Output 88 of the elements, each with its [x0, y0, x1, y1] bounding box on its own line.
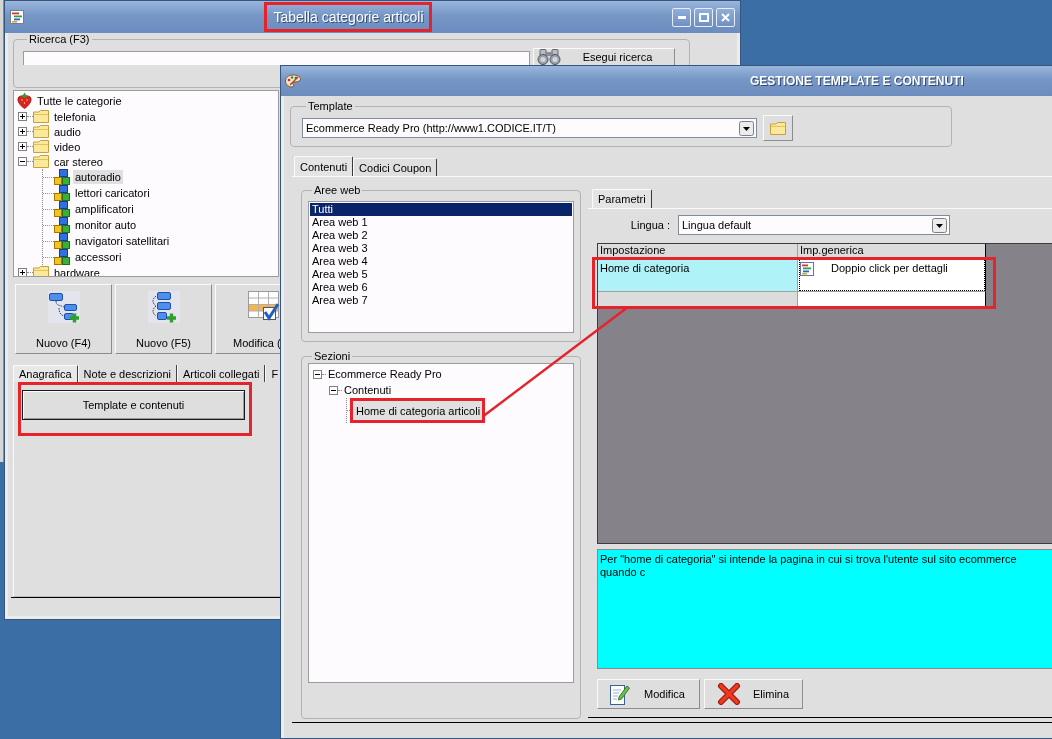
folder-icon [33, 125, 49, 138]
folder-icon [33, 110, 49, 123]
toolbar-button[interactable]: Modifica ( [215, 284, 280, 354]
group-label: Ricerca (F3) [28, 33, 91, 46]
tree-item[interactable]: hardware [52, 265, 102, 276]
folder-button[interactable] [763, 115, 793, 141]
tab[interactable]: Articoli collegati [177, 365, 266, 382]
strawberry-icon [17, 92, 32, 109]
blocks-icon [54, 233, 70, 249]
description-field[interactable]: Per "home di categoria" si intende la pagina in cui si trova l'utente sul sito ecommerce quando c [597, 549, 1052, 669]
list-icon [800, 262, 814, 276]
list-item[interactable]: Area web 6 [310, 281, 572, 294]
minimize-button[interactable] [672, 7, 691, 27]
binoculars-icon [537, 49, 561, 65]
tree-item[interactable]: Tutte le categorie [35, 93, 124, 108]
collapse-icon[interactable] [18, 157, 27, 166]
search-button[interactable]: Esegui ricerca [533, 48, 675, 65]
table-cell[interactable]: Home di categoria [598, 258, 798, 292]
folder-icon [33, 155, 49, 168]
list-item[interactable]: Area web 4 [310, 255, 572, 268]
tree-item[interactable]: navigatori satellitari [73, 234, 172, 248]
tab[interactable]: Parametri [592, 189, 652, 208]
tree-item[interactable]: audio [52, 124, 83, 139]
window-title: Tabella categorie articoli [273, 9, 424, 25]
toolbar-button[interactable]: Nuovo (F5) [115, 284, 212, 354]
table-cell[interactable]: Doppio click per dettagli [798, 258, 986, 292]
cross-icon [717, 683, 741, 705]
folder-icon [33, 266, 49, 276]
tree-add-icon [47, 291, 80, 323]
tree-item[interactable]: Home di categoria articoli [353, 401, 483, 420]
tab[interactable]: Codici Coupon [353, 158, 438, 176]
tree-item[interactable]: accessori [73, 250, 124, 264]
group-label: Sezioni [313, 350, 352, 363]
group-label: Aree web [313, 184, 362, 197]
blocks-icon [54, 169, 70, 185]
action-button[interactable]: Elimina [704, 679, 803, 709]
blocks-icon [54, 249, 70, 265]
blocks-icon [54, 185, 70, 201]
table-check-icon [248, 291, 279, 321]
column-header: Impostazione [598, 244, 798, 258]
expand-icon[interactable] [18, 112, 27, 121]
tree-item[interactable]: car stereo [52, 154, 105, 169]
edit-document-icon [610, 683, 630, 705]
group-label: Template [307, 100, 354, 113]
maximize-icon [698, 12, 709, 22]
list-item[interactable]: Area web 3 [310, 242, 572, 255]
list-item[interactable]: Tutti [310, 203, 572, 216]
minimize-icon [677, 15, 686, 19]
template-dropdown[interactable]: Ecommerce Ready Pro (http://www1.CODICE.IT/T) [302, 118, 757, 138]
expand-icon[interactable] [18, 142, 27, 151]
language-dropdown[interactable]: Lingua default [678, 215, 950, 235]
tree-item[interactable]: lettori caricatori [73, 186, 152, 200]
tree-item[interactable]: autoradio [73, 170, 123, 184]
tab[interactable]: Note e descrizioni [77, 365, 178, 382]
close-button[interactable] [716, 7, 735, 27]
folder-icon [33, 140, 49, 153]
blocks-icon [54, 201, 70, 217]
expand-icon[interactable] [18, 268, 27, 276]
tree-item[interactable]: video [52, 139, 83, 154]
field-label: Lingua : [629, 219, 670, 231]
close-icon [721, 12, 730, 22]
toolbar-button[interactable]: Nuovo (F4) [15, 284, 112, 354]
tab[interactable]: Anagrafica [13, 365, 78, 382]
tab[interactable]: Contenuti [294, 156, 354, 176]
list-item[interactable]: Area web 7 [310, 294, 572, 307]
list-add-icon [147, 291, 180, 323]
maximize-button[interactable] [694, 7, 713, 27]
cell-text: Doppio click per dettagli [831, 262, 948, 274]
action-button[interactable]: Modifica [597, 679, 700, 709]
list-item[interactable]: Area web 5 [310, 268, 572, 281]
list-icon [10, 10, 24, 24]
tree-item[interactable]: amplificatori [73, 202, 136, 216]
window-title: GESTIONE TEMPLATE E CONTENUTI [750, 74, 964, 88]
tree-item[interactable]: telefonia [52, 109, 98, 124]
tree-item[interactable]: Contenuti [342, 383, 394, 397]
folder-icon [770, 121, 786, 135]
expand-icon[interactable] [18, 127, 27, 136]
palette-icon [285, 74, 301, 88]
list-item[interactable]: Area web 1 [310, 216, 572, 229]
tree-item[interactable]: Ecommerce Ready Pro [326, 367, 444, 381]
search-field[interactable] [23, 51, 530, 65]
collapse-icon[interactable] [313, 369, 322, 379]
column-header: Imp.generica [798, 244, 986, 258]
tree-item[interactable]: monitor auto [73, 218, 139, 232]
blocks-icon [54, 217, 70, 233]
list-item[interactable]: Area web 2 [310, 229, 572, 242]
template-button[interactable]: Template e contenuti [22, 390, 245, 420]
collapse-icon[interactable] [329, 385, 338, 395]
